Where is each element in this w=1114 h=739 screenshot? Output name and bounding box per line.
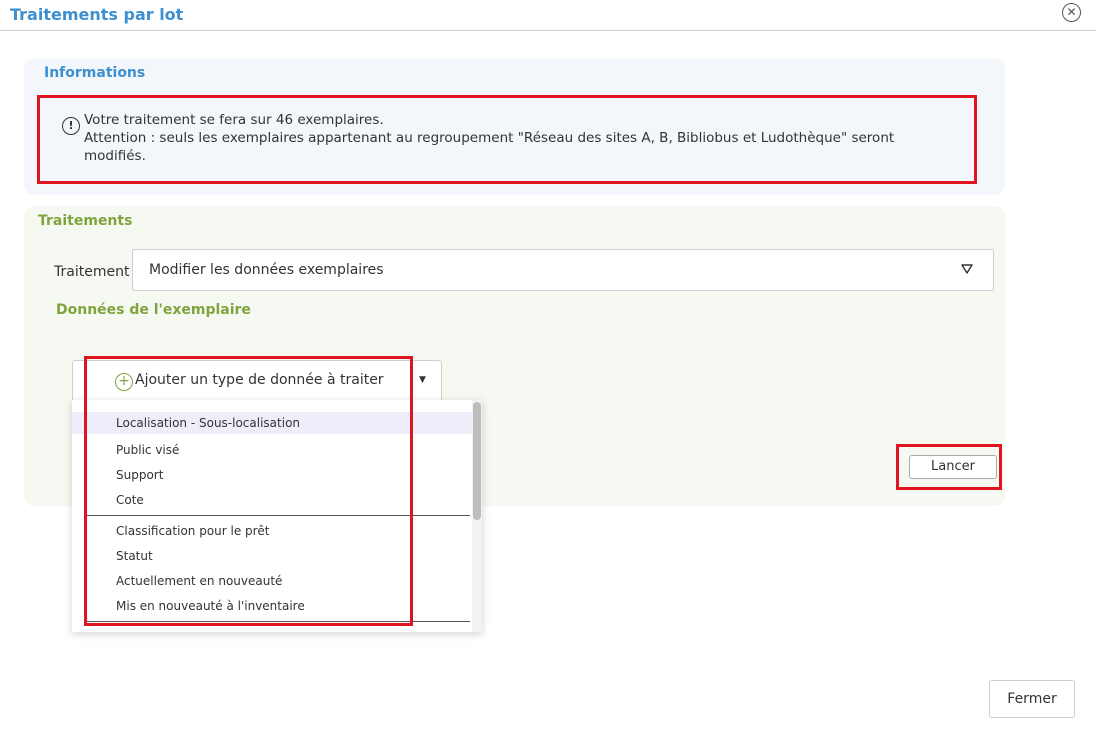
launch-button[interactable]: Lancer — [909, 455, 997, 479]
launch-highlight: Lancer — [896, 444, 1002, 490]
treatment-label: Traitement — [54, 264, 130, 280]
dropdown-scrollbar[interactable] — [472, 400, 482, 632]
chevron-down-icon — [961, 264, 973, 274]
item-data-heading: Données de l'exemplaire — [56, 302, 251, 318]
info-line: Attention : seuls les exemplaires appart… — [84, 130, 895, 146]
info-heading: Informations — [44, 65, 146, 81]
warning-icon: ! — [62, 117, 80, 135]
dialog-header: Traitements par lot ✕ — [0, 0, 1096, 31]
info-line: modifiés. — [84, 148, 146, 164]
close-icon[interactable]: ✕ — [1062, 3, 1081, 22]
info-box: ! Votre traitement se fera sur 46 exempl… — [37, 95, 977, 184]
treatment-select-value: Modifier les données exemplaires — [149, 262, 384, 278]
info-panel: Informations ! Votre traitement se fera … — [24, 59, 1005, 195]
treatment-select[interactable]: Modifier les données exemplaires — [132, 249, 994, 291]
treatments-heading: Traitements — [38, 213, 133, 229]
dialog-title: Traitements par lot — [10, 5, 184, 24]
close-button[interactable]: Fermer — [989, 680, 1075, 718]
add-data-highlight — [84, 356, 413, 626]
info-line: Votre traitement se fera sur 46 exemplai… — [84, 112, 384, 128]
caret-down-icon[interactable]: ▼ — [419, 375, 426, 385]
dropdown-scrollbar-thumb[interactable] — [473, 402, 481, 520]
